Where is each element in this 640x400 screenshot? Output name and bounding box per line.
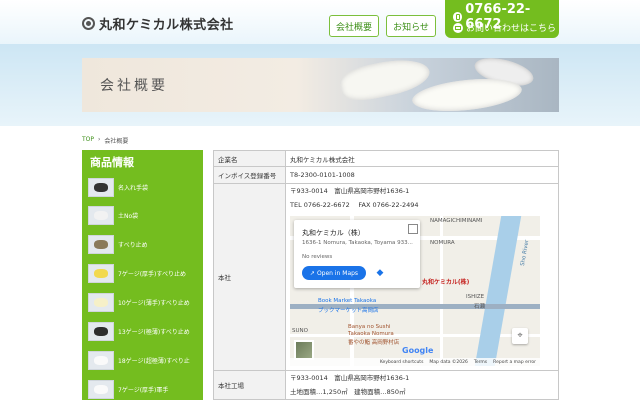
open-in-maps-label: Open in Maps	[316, 269, 359, 277]
my-location-icon[interactable]: ⌖	[512, 328, 528, 344]
glove-yellow-icon	[88, 264, 114, 283]
glove-image	[410, 74, 524, 112]
google-map[interactable]: NAMAGICHIMINAMI NOMURA ISHIZE Sho River …	[290, 216, 540, 366]
page-banner: 会社概要	[82, 58, 559, 112]
logo-mark-icon	[82, 17, 95, 30]
table-row: 本社 〒933-0014 富山県高岡市野村1636-1 TEL 0766-22-…	[213, 183, 559, 371]
map-poi-label[interactable]: Book Market Takaoka	[318, 298, 376, 304]
google-logo: Google	[402, 346, 434, 355]
sidebar-item[interactable]: 10ゲージ(薄手)すべり止め	[88, 292, 200, 313]
table-row: 企業名 丸和ケミカル株式会社	[213, 150, 559, 167]
map-road	[440, 216, 443, 366]
breadcrumb: TOP › 会社概要	[82, 136, 128, 145]
map-data-attribution: Map data ©2026	[429, 359, 468, 365]
map-place-address: 1636-1 Nomura, Takaoka, Toyama 933...	[302, 240, 413, 246]
row-label: インボイス登録番号	[213, 166, 286, 184]
map-road	[290, 334, 540, 337]
map-place-card: 丸和ケミカル（株） 1636-1 Nomura, Takaoka, Toyama…	[294, 220, 420, 288]
glove-black-icon	[88, 178, 114, 197]
nav-news-button[interactable]: お知らせ	[386, 15, 436, 37]
report-error-link[interactable]: Report a map error	[493, 360, 536, 365]
map-poi-label[interactable]: 番やの鮨 高岡野村店	[348, 338, 399, 346]
map-place-reviews[interactable]: No reviews	[302, 254, 332, 260]
satellite-toggle[interactable]	[294, 340, 314, 360]
row-value: 丸和ケミカル株式会社	[285, 150, 559, 167]
sidebar-item-label: 13ゲージ(極薄)すべり止め	[118, 329, 190, 336]
map-poi-label[interactable]: Banya no Sushi	[348, 324, 390, 330]
glove-white-icon	[88, 351, 114, 370]
map-area-label: ISHIZE	[466, 294, 485, 300]
map-footer: Keyboard shortcuts Map data ©2026 Terms …	[290, 358, 540, 366]
factory-address: 〒933-0014 富山県高岡市野村1636-1	[290, 374, 410, 382]
row-label: 企業名	[213, 150, 286, 167]
map-poi-label[interactable]: Takaoka Nomura	[348, 331, 394, 337]
breadcrumb-top-link[interactable]: TOP	[82, 136, 94, 145]
contact-box[interactable]: 0766-22-6672 お問い合わせはこちら	[445, 0, 559, 38]
glove-dotted-icon	[88, 235, 114, 254]
row-label: 本社工場	[213, 370, 286, 400]
map-area-label: 石瀬	[474, 304, 486, 310]
sidebar-item-label: 名入れ手袋	[118, 185, 149, 192]
map-river-label: Sho River	[519, 239, 531, 267]
sidebar-item-label: すべり止め	[118, 242, 148, 249]
table-row: 本社工場 〒933-0014 富山県高岡市野村1636-1 土地面積…1,250…	[213, 370, 559, 400]
sidebar-item[interactable]: すべり止め	[88, 234, 200, 255]
company-name: 丸和ケミカル株式会社	[99, 18, 234, 33]
table-row: インボイス登録番号 T8-2300-0101-1008	[213, 166, 559, 184]
open-in-maps-button[interactable]: ↗ Open in Maps	[302, 266, 366, 280]
map-area-label: SUNO	[292, 328, 308, 334]
fullscreen-icon[interactable]	[408, 224, 418, 234]
sidebar-item[interactable]: 18ゲージ(超極薄)すべり止	[88, 350, 200, 371]
sidebar-item[interactable]: 土No袋	[88, 205, 200, 226]
row-label: 本社	[213, 183, 286, 371]
company-info-table: 企業名 丸和ケミカル株式会社 インボイス登録番号 T8-2300-0101-10…	[213, 150, 559, 400]
row-value: 〒933-0014 富山県高岡市野村1636-1 土地面積…1,250㎡ 建物面…	[285, 370, 559, 400]
factory-area: 土地面積…1,250㎡ 建物面積…850㎡	[290, 388, 406, 396]
sidebar-item-label: 7ゲージ(厚手)軍手	[118, 387, 169, 394]
mail-icon	[453, 22, 463, 33]
map-place-name: 丸和ケミカル（株）	[302, 229, 365, 237]
external-link-icon: ↗	[309, 269, 315, 277]
page-title: 会社概要	[100, 78, 168, 94]
head-office-address: 〒933-0014 富山県高岡市野村1636-1	[290, 187, 410, 195]
sidebar-item-label: 7ゲージ(厚手)すべり止め	[118, 271, 186, 278]
bag-icon	[88, 206, 114, 225]
sidebar-item[interactable]: 7ゲージ(厚手)軍手	[88, 379, 200, 400]
breadcrumb-current: 会社概要	[104, 138, 129, 145]
head-office-tel-fax: TEL 0766-22-6672 FAX 0766-22-2494	[290, 201, 419, 209]
sidebar-item-label: 18ゲージ(超極薄)すべり止	[118, 358, 190, 365]
glove-dark-icon	[88, 322, 114, 341]
glove-white-icon	[88, 293, 114, 312]
inquiry-link[interactable]: お問い合わせはこちら	[453, 21, 556, 34]
breadcrumb-separator: ›	[98, 136, 101, 143]
terms-link[interactable]: Terms	[474, 360, 487, 365]
map-pin-label[interactable]: 丸和ケミカル(株)	[422, 277, 469, 286]
directions-icon[interactable]: ◆	[374, 267, 386, 279]
sidebar-item[interactable]: 13ゲージ(極薄)すべり止め	[88, 321, 200, 342]
nav-company-profile-button[interactable]: 会社概要	[329, 15, 379, 37]
row-value: 〒933-0014 富山県高岡市野村1636-1 TEL 0766-22-667…	[285, 183, 559, 371]
sidebar-item[interactable]: 7ゲージ(厚手)すべり止め	[88, 263, 200, 284]
glove-white-icon	[88, 380, 114, 399]
inquiry-text: お問い合わせはこちら	[466, 24, 557, 34]
sidebar-item[interactable]: 名入れ手袋	[88, 177, 200, 198]
keyboard-shortcuts-link[interactable]: Keyboard shortcuts	[380, 360, 424, 365]
map-poi-label[interactable]: ブックマーケット高岡店	[318, 306, 379, 314]
sidebar-item-label: 10ゲージ(薄手)すべり止め	[118, 300, 190, 307]
row-value: T8-2300-0101-1008	[285, 166, 559, 184]
map-area-label: NOMURA	[430, 240, 455, 246]
sidebar-item-label: 土No袋	[118, 213, 139, 220]
sidebar-products: 商品情報 名入れ手袋 土No袋 すべり止め 7ゲージ(厚手)すべり止め 10ゲー…	[82, 150, 203, 400]
map-area-label: NAMAGICHIMINAMI	[430, 218, 483, 224]
company-logo[interactable]: 丸和ケミカル株式会社	[82, 14, 234, 33]
sidebar-title: 商品情報	[90, 156, 134, 169]
